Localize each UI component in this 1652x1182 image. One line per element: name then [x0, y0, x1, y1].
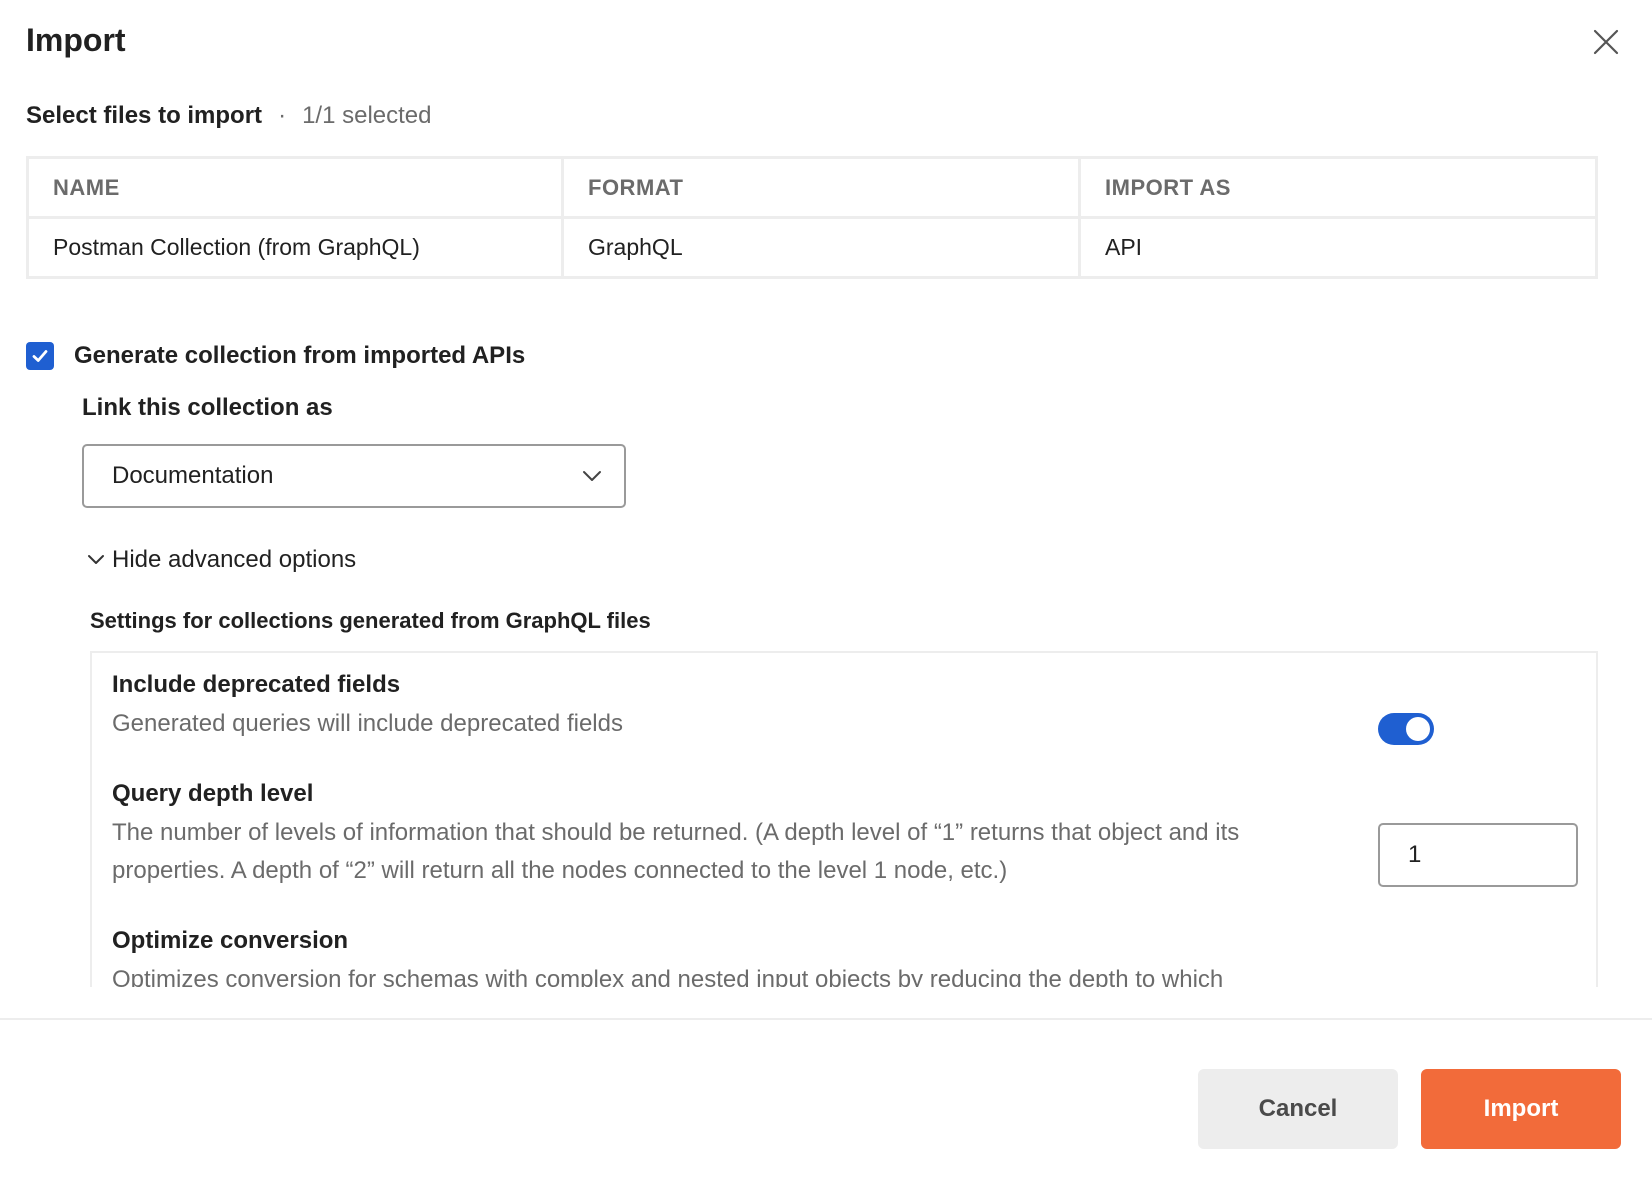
- toggle-knob: [1406, 717, 1430, 741]
- file-format-cell: GraphQL: [561, 219, 1078, 276]
- setting-title: Query depth level: [112, 780, 314, 807]
- selection-label: Select files to import: [26, 102, 263, 129]
- column-header-import-as: IMPORT AS: [1078, 159, 1595, 216]
- checkmark-icon: [32, 350, 48, 362]
- link-type-select[interactable]: Documentation: [82, 444, 626, 508]
- chevron-down-icon: [583, 471, 601, 481]
- include-deprecated-toggle[interactable]: [1378, 713, 1434, 745]
- selection-count: 1/1 selected: [302, 102, 432, 129]
- files-table: NAME FORMAT IMPORT AS Postman Collection…: [26, 156, 1598, 279]
- close-icon: [1593, 29, 1619, 55]
- setting-include-deprecated: Include deprecated fields Generated quer…: [112, 671, 1312, 743]
- generate-collection-option[interactable]: Generate collection from imported APIs: [26, 342, 525, 370]
- import-button[interactable]: Import: [1421, 1069, 1621, 1149]
- advanced-settings-panel[interactable]: Include deprecated fields Generated quer…: [90, 651, 1598, 987]
- table-header-row: NAME FORMAT IMPORT AS: [29, 159, 1595, 216]
- link-type-selected-value: Documentation: [112, 462, 274, 489]
- chevron-down-icon: [88, 555, 104, 564]
- file-name-cell: Postman Collection (from GraphQL): [53, 234, 420, 260]
- selection-summary: Select files to import · 1/1 selected: [26, 102, 431, 130]
- hide-advanced-options-toggle[interactable]: Hide advanced options: [86, 546, 356, 574]
- selection-separator: ·: [278, 102, 287, 129]
- setting-optimize-conversion: Optimize conversion Optimizes conversion…: [112, 927, 1312, 987]
- setting-title: Optimize conversion: [112, 927, 349, 954]
- cancel-button[interactable]: Cancel: [1198, 1069, 1398, 1149]
- table-row[interactable]: Postman Collection (from GraphQL) GraphQ…: [29, 216, 1595, 276]
- setting-description: The number of levels of information that…: [112, 819, 1240, 884]
- dialog-title: Import: [26, 22, 126, 58]
- query-depth-input[interactable]: [1378, 823, 1578, 887]
- setting-description: Generated queries will include deprecate…: [112, 710, 623, 737]
- import-dialog: Import Select files to import · 1/1 sele…: [0, 0, 1652, 1182]
- column-header-name: NAME: [53, 174, 120, 200]
- hide-advanced-options-label: Hide advanced options: [112, 546, 357, 573]
- advanced-settings-title: Settings for collections generated from …: [90, 608, 651, 633]
- setting-title: Include deprecated fields: [112, 671, 401, 698]
- setting-query-depth: Query depth level The number of levels o…: [112, 780, 1312, 890]
- generate-collection-label: Generate collection from imported APIs: [74, 342, 526, 369]
- footer-divider: [0, 1018, 1652, 1020]
- setting-description: Optimizes conversion for schemas with co…: [112, 966, 1224, 987]
- generate-collection-checkbox[interactable]: [26, 342, 54, 370]
- close-button[interactable]: [1584, 20, 1628, 64]
- link-collection-label: Link this collection as: [82, 394, 333, 421]
- file-import-as-cell[interactable]: API: [1078, 219, 1595, 276]
- column-header-format: FORMAT: [561, 159, 1078, 216]
